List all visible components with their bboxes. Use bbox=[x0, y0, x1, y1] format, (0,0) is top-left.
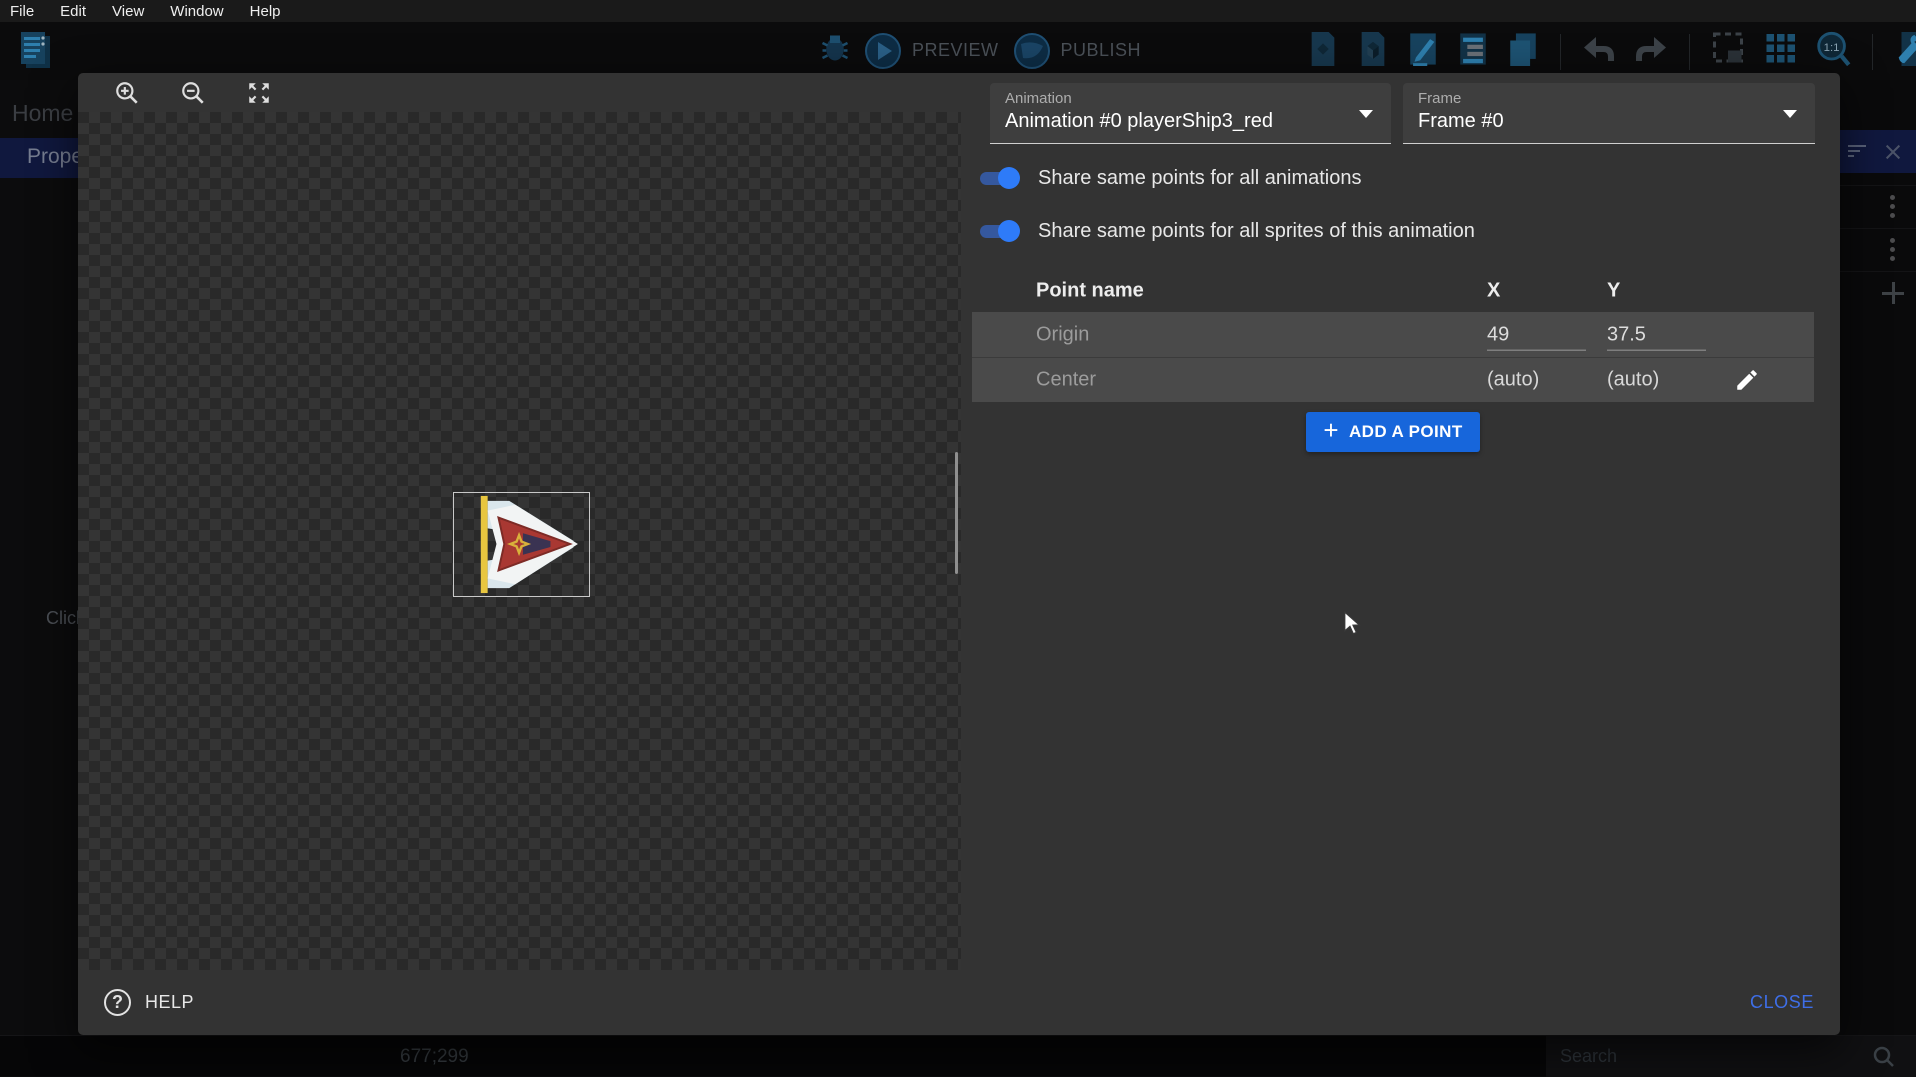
frame-select[interactable]: Frame Frame #0 bbox=[1403, 83, 1815, 144]
add-object-icon[interactable] bbox=[1882, 282, 1904, 304]
layers-icon[interactable] bbox=[1506, 28, 1540, 75]
sprite-selection-box[interactable] bbox=[453, 492, 590, 597]
menubar: File Edit View Window Help bbox=[0, 0, 1916, 22]
objects-icon[interactable] bbox=[1356, 28, 1390, 75]
sprite-canvas-column bbox=[78, 73, 961, 970]
canvas-scrollbar[interactable] bbox=[955, 452, 958, 574]
point-name: Center bbox=[1036, 369, 1096, 392]
properties-hint-text: Click bbox=[46, 608, 78, 629]
redo-icon[interactable] bbox=[1633, 30, 1669, 73]
toggle-label: Share same points for all sprites of thi… bbox=[1038, 220, 1475, 243]
preview-label: PREVIEW bbox=[912, 40, 999, 61]
share-points-all-animations-toggle[interactable] bbox=[978, 167, 1020, 189]
search-box[interactable]: Search bbox=[1546, 1036, 1916, 1077]
center-x-value: (auto) bbox=[1487, 369, 1539, 392]
menu-file[interactable]: File bbox=[0, 3, 47, 20]
animation-select[interactable]: Animation Animation #0 playerShip3_red bbox=[990, 83, 1391, 144]
svg-text:1:1: 1:1 bbox=[1824, 42, 1840, 54]
left-panel-background: Home Properties Click bbox=[0, 80, 78, 1035]
debugger-tools-icon[interactable] bbox=[1893, 28, 1916, 75]
edit-scene-icon[interactable] bbox=[1406, 28, 1440, 75]
globe-icon bbox=[1013, 32, 1051, 70]
menu-view[interactable]: View bbox=[99, 3, 157, 20]
project-manager-icon[interactable] bbox=[16, 30, 56, 79]
origin-x-input[interactable] bbox=[1487, 323, 1586, 350]
dialog-footer: HELP CLOSE bbox=[78, 970, 1840, 1035]
add-point-label: ADD A POINT bbox=[1349, 422, 1463, 442]
edit-center-point-button[interactable] bbox=[1732, 366, 1762, 396]
kebab-menu-icon[interactable] bbox=[1890, 195, 1895, 220]
publish-button[interactable]: PUBLISH bbox=[1013, 32, 1142, 70]
close-panel-icon[interactable] bbox=[1884, 143, 1902, 161]
chevron-down-icon bbox=[1359, 110, 1373, 118]
search-icon bbox=[1872, 1045, 1896, 1069]
kebab-menu-icon[interactable] bbox=[1890, 238, 1895, 263]
events-list-icon[interactable] bbox=[1456, 28, 1490, 75]
table-row-center[interactable]: Center (auto) (auto) bbox=[972, 357, 1814, 402]
toolbar-separator bbox=[1689, 34, 1690, 70]
points-panel: Animation Animation #0 playerShip3_red F… bbox=[961, 73, 1840, 970]
animation-select-label: Animation bbox=[1005, 90, 1072, 107]
canvas-toolbar bbox=[78, 73, 961, 112]
undo-icon[interactable] bbox=[1581, 30, 1617, 73]
mouse-cursor bbox=[1342, 611, 1362, 635]
object-row[interactable] bbox=[1840, 185, 1916, 228]
toolbar-separator bbox=[1560, 34, 1561, 70]
zoom-ratio-icon[interactable]: 1:1 bbox=[1814, 29, 1852, 74]
publish-label: PUBLISH bbox=[1061, 40, 1142, 61]
add-a-point-button[interactable]: ADD A POINT bbox=[1306, 412, 1480, 452]
main-toolbar: PREVIEW PUBLISH bbox=[0, 22, 1916, 80]
help-icon bbox=[104, 989, 131, 1016]
edit-points-dialog: Animation Animation #0 playerShip3_red F… bbox=[78, 73, 1840, 1035]
tab-properties[interactable]: Properties bbox=[0, 138, 78, 178]
menu-window[interactable]: Window bbox=[157, 3, 236, 20]
table-row-origin[interactable]: Origin bbox=[972, 312, 1814, 357]
plus-icon bbox=[1323, 420, 1339, 444]
pencil-icon bbox=[1734, 367, 1760, 393]
close-button[interactable]: CLOSE bbox=[1750, 992, 1814, 1013]
help-label: HELP bbox=[145, 992, 194, 1013]
preview-button[interactable]: PREVIEW bbox=[864, 32, 999, 70]
animation-select-value: Animation #0 playerShip3_red bbox=[1005, 110, 1273, 133]
debug-icon[interactable] bbox=[820, 30, 850, 71]
export-scene-icon[interactable] bbox=[1306, 28, 1340, 75]
filter-icon[interactable] bbox=[1848, 145, 1866, 159]
toggle-label: Share same points for all animations bbox=[1038, 167, 1362, 190]
player-ship-sprite bbox=[454, 493, 589, 596]
points-table: Point name X Y Origin Center (auto) (aut… bbox=[972, 270, 1814, 402]
frame-select-label: Frame bbox=[1418, 90, 1461, 107]
point-name-header: Point name bbox=[1036, 280, 1144, 303]
objects-panel-header bbox=[1840, 130, 1916, 173]
object-row[interactable] bbox=[1840, 228, 1916, 271]
chevron-down-icon bbox=[1783, 110, 1797, 118]
sprite-preview-canvas[interactable] bbox=[78, 112, 961, 970]
zoom-out-icon[interactable] bbox=[179, 79, 207, 107]
frame-select-value: Frame #0 bbox=[1418, 110, 1504, 133]
center-y-value: (auto) bbox=[1607, 369, 1659, 392]
points-table-header: Point name X Y bbox=[972, 270, 1814, 312]
mask-selection-icon[interactable] bbox=[1710, 29, 1746, 74]
toolbar-separator bbox=[1872, 34, 1873, 70]
fit-to-screen-icon[interactable] bbox=[245, 79, 273, 107]
x-header: X bbox=[1487, 280, 1500, 303]
menu-edit[interactable]: Edit bbox=[47, 3, 99, 20]
y-header: Y bbox=[1607, 280, 1620, 303]
right-panel-background bbox=[1840, 80, 1916, 1035]
share-points-all-sprites-toggle[interactable] bbox=[978, 220, 1020, 242]
statusbar: 677;299 Search bbox=[0, 1035, 1916, 1076]
add-object-row[interactable] bbox=[1840, 271, 1916, 314]
point-name: Origin bbox=[1036, 323, 1089, 346]
tab-home[interactable]: Home bbox=[12, 100, 73, 127]
menu-help[interactable]: Help bbox=[237, 3, 294, 20]
origin-y-input[interactable] bbox=[1607, 323, 1706, 350]
play-icon bbox=[864, 32, 902, 70]
cursor-coordinates: 677;299 bbox=[400, 1046, 469, 1068]
zoom-in-icon[interactable] bbox=[113, 79, 141, 107]
help-button[interactable]: HELP bbox=[104, 989, 194, 1016]
grid-icon[interactable] bbox=[1762, 29, 1798, 74]
search-placeholder: Search bbox=[1560, 1046, 1617, 1067]
